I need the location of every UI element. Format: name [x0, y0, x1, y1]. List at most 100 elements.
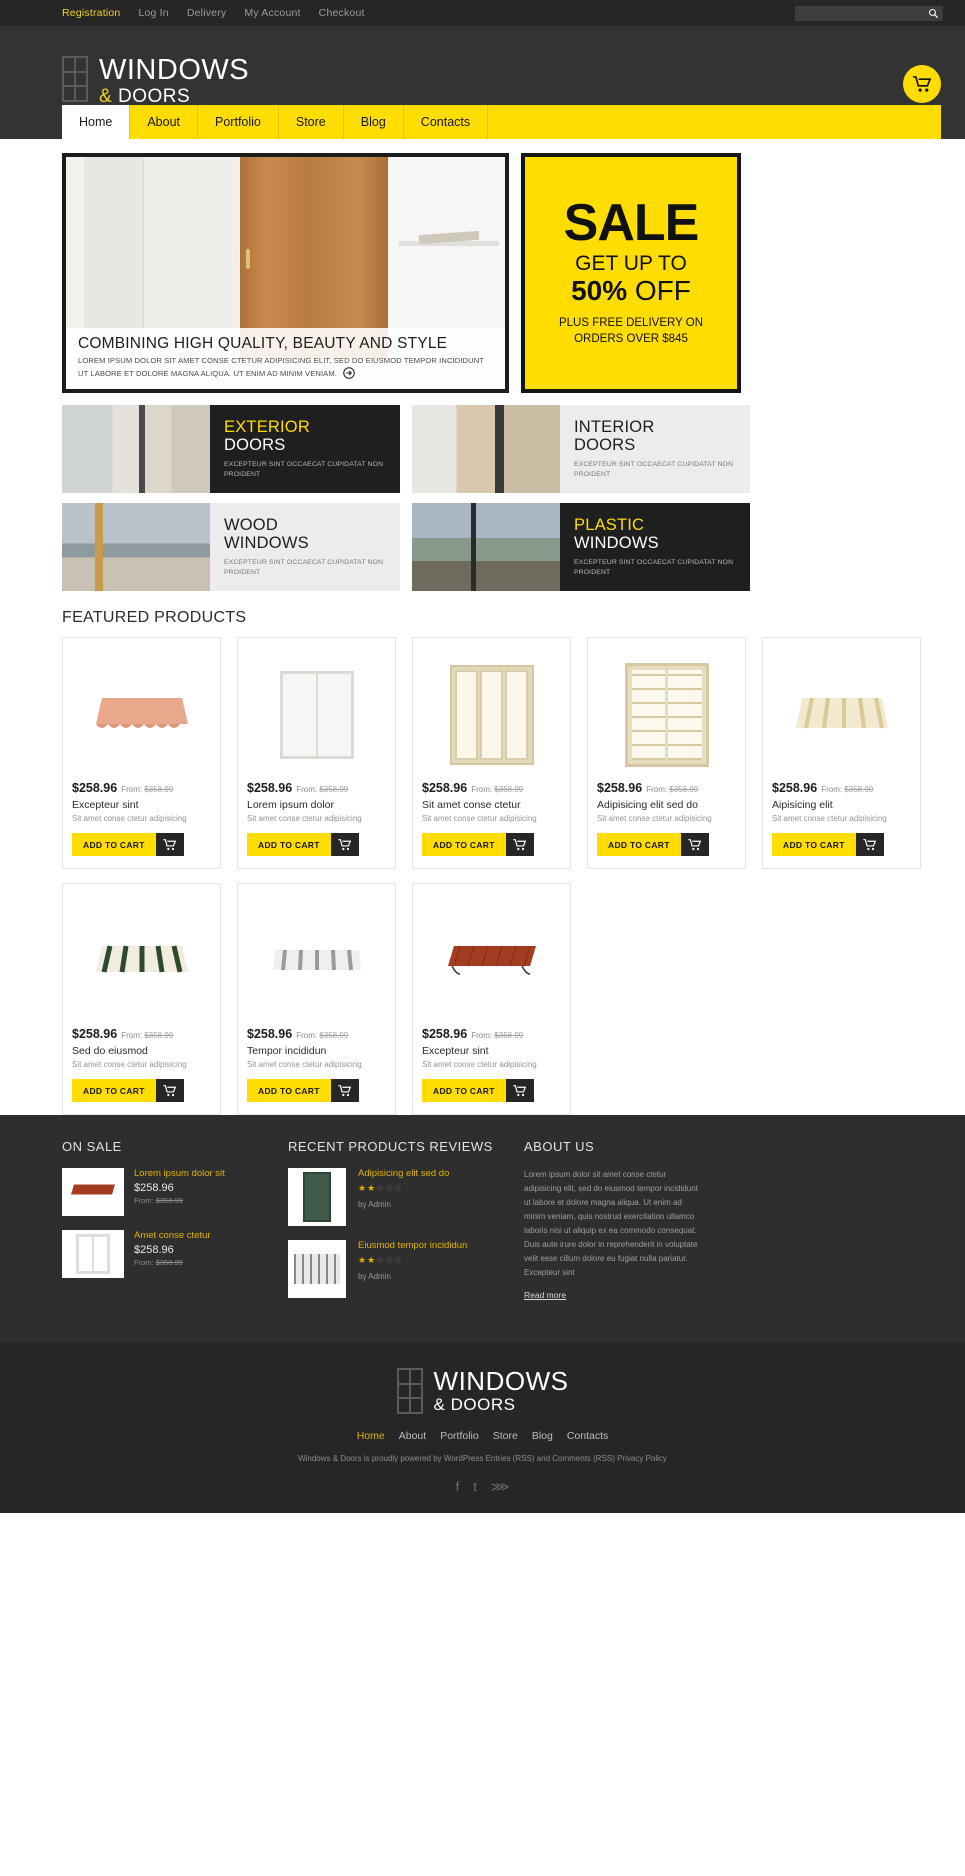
category-tile-exterior-doors[interactable]: EXTERIOR DOORS EXCEPTEUR SINT OCCAECAT CU… [62, 405, 400, 493]
add-to-cart-button[interactable]: ADD TO CART [422, 1079, 534, 1102]
product-name[interactable]: Excepteur sint [422, 1045, 561, 1057]
review-item[interactable]: Adipisicing elit sed do ★★☆☆☆ by Admin [288, 1168, 498, 1226]
review-item[interactable]: Eiusmod tempor incididun ★★☆☆☆ by Admin [288, 1240, 498, 1298]
add-to-cart-label: ADD TO CART [247, 833, 331, 856]
sale-banner[interactable]: SALE GET UP TO 50% OFF PLUS FREE DELIVER… [521, 153, 741, 393]
product-image [422, 648, 561, 781]
topnav-my-account[interactable]: My Account [244, 7, 300, 19]
nav-item-home[interactable]: Home [62, 105, 131, 139]
cat-3-text: EXCEPTEUR SINT OCCAECAT CUPIDATAT NON PR… [574, 558, 734, 577]
plastic-windows-photo [412, 503, 560, 591]
product-old-price: $358.99 [319, 785, 349, 794]
add-to-cart-label: ADD TO CART [72, 1079, 156, 1102]
nav-item-contacts[interactable]: Contacts [404, 105, 489, 139]
product-card[interactable]: $258.96 From: $358.99 Adipisicing elit se… [587, 637, 746, 869]
on-sale-item-name[interactable]: Amet conse ctetur [134, 1230, 211, 1241]
sale-note: PLUS FREE DELIVERY ON ORDERS OVER $845 [558, 317, 703, 345]
product-price: $258.96 [772, 781, 818, 795]
footer-nav-home[interactable]: Home [357, 1430, 385, 1442]
slide-door-handle [246, 249, 250, 269]
on-sale-item[interactable]: Lorem ipsum dolor sit $258.96 From: $358… [62, 1168, 262, 1216]
footer-logo[interactable]: WINDOWS & DOORS [396, 1368, 569, 1414]
product-card[interactable]: $258.96 From: $358.99 Sit amet conse ctet… [412, 637, 571, 869]
nav-item-portfolio[interactable]: Portfolio [198, 105, 279, 139]
footer-nav-portfolio[interactable]: Portfolio [440, 1430, 479, 1442]
footer-nav-blog[interactable]: Blog [532, 1430, 553, 1442]
topnav-delivery[interactable]: Delivery [187, 7, 227, 19]
nav-item-about[interactable]: About [130, 105, 199, 139]
review-product-name[interactable]: Eiusmod tempor incididun [358, 1240, 467, 1251]
product-name[interactable]: Lorem ipsum dolor [247, 799, 386, 811]
site-logo[interactable]: WINDOWS & DOORS [62, 56, 249, 106]
product-name[interactable]: Tempor incididun [247, 1045, 386, 1057]
sale-word: SALE [563, 193, 700, 252]
product-name[interactable]: Sed do eiusmod [72, 1045, 211, 1057]
footer-nav-contacts[interactable]: Contacts [567, 1430, 608, 1442]
product-desc: Sit amet conse ctetur adipisicing [422, 1060, 537, 1069]
add-to-cart-label: ADD TO CART [597, 833, 681, 856]
topnav-checkout[interactable]: Checkout [319, 7, 365, 19]
review-thumb [288, 1168, 346, 1226]
review-product-name[interactable]: Adipisicing elit sed do [358, 1168, 449, 1179]
product-old-price: $358.99 [144, 1031, 174, 1040]
slide-text: LOREM IPSUM DOLOR SIT AMET CONSE CTETUR … [78, 356, 484, 379]
search-input[interactable] [799, 8, 928, 18]
search-icon[interactable] [928, 8, 939, 19]
product-name[interactable]: Aipisicing elit [772, 799, 911, 811]
product-card[interactable]: $258.96 From: $358.99 Lorem ipsum dolor S… [237, 637, 396, 869]
facebook-icon[interactable]: f [456, 1479, 460, 1495]
category-tile-plastic-windows[interactable]: PLASTIC WINDOWS EXCEPTEUR SINT OCCAECAT C… [412, 503, 750, 591]
topnav-login[interactable]: Log In [138, 7, 168, 19]
rss-icon[interactable]: ⋙ [491, 1479, 510, 1495]
product-name[interactable]: Sit amet conse ctetur [422, 799, 561, 811]
cat-1-title: INTERIOR [574, 418, 655, 436]
nav-item-store[interactable]: Store [279, 105, 344, 139]
site-header: WINDOWS & DOORS [0, 26, 965, 106]
on-sale-item[interactable]: Amet conse ctetur $258.96 From: $358.99 [62, 1230, 262, 1278]
product-name[interactable]: Adipisicing elit sed do [597, 799, 736, 811]
review-author: by Admin [358, 1272, 391, 1281]
product-card[interactable]: $258.96 From: $358.99 Sed do eiusmod Sit … [62, 883, 221, 1115]
add-to-cart-button[interactable]: ADD TO CART [772, 833, 884, 856]
product-price: $258.96 [422, 1027, 468, 1041]
nav-item-blog[interactable]: Blog [344, 105, 404, 139]
hero-section: COMBINING HIGH QUALITY, BEAUTY AND STYLE… [0, 139, 965, 393]
product-name[interactable]: Excepteur sint [72, 799, 211, 811]
product-card[interactable]: $258.96 From: $358.99 Excepteur sint Sit … [412, 883, 571, 1115]
add-to-cart-button[interactable]: ADD TO CART [422, 833, 534, 856]
featured-products-grid: $258.96 From: $358.99 Excepteur sint Sit … [0, 637, 965, 1115]
widget-recent-reviews: RECENT PRODUCTS REVIEWS Adipisicing elit… [288, 1139, 498, 1312]
cat-0-subtitle: DOORS [224, 436, 286, 455]
on-sale-item-name[interactable]: Lorem ipsum dolor sit [134, 1168, 225, 1179]
add-to-cart-button[interactable]: ADD TO CART [72, 833, 184, 856]
arrow-right-circle-icon[interactable] [343, 367, 355, 380]
category-tile-interior-doors[interactable]: INTERIOR DOORS EXCEPTEUR SINT OCCAECAT CU… [412, 405, 750, 493]
footer-nav-store[interactable]: Store [493, 1430, 518, 1442]
product-card[interactable]: $258.96 From: $358.99 Aipisicing elit Sit… [762, 637, 921, 869]
top-bar: Registration Log In Delivery My Account … [0, 0, 965, 26]
product-image [247, 648, 386, 781]
cart-button[interactable] [903, 65, 941, 103]
product-card[interactable]: $258.96 From: $358.99 Tempor incididun Si… [237, 883, 396, 1115]
hero-slider[interactable]: COMBINING HIGH QUALITY, BEAUTY AND STYLE… [62, 153, 509, 393]
add-to-cart-label: ADD TO CART [772, 833, 856, 856]
add-to-cart-label: ADD TO CART [422, 833, 506, 856]
footer-nav-about[interactable]: About [399, 1430, 426, 1442]
product-card[interactable]: $258.96 From: $358.99 Excepteur sint Sit … [62, 637, 221, 869]
awning-wood-red-icon [71, 1184, 115, 1195]
category-tile-wood-windows[interactable]: WOOD WINDOWS EXCEPTEUR SINT OCCAECAT CUPI… [62, 503, 400, 591]
product-old-price: $358.99 [144, 785, 174, 794]
cart-icon [330, 1079, 359, 1102]
on-sale-thumb [62, 1168, 124, 1216]
topnav-registration[interactable]: Registration [62, 7, 120, 19]
twitter-icon[interactable]: t [473, 1479, 477, 1495]
cat-2-text: EXCEPTEUR SINT OCCAECAT CUPIDATAT NON PR… [224, 558, 384, 577]
add-to-cart-button[interactable]: ADD TO CART [247, 833, 359, 856]
read-more-link[interactable]: Read more [524, 1290, 566, 1300]
add-to-cart-button[interactable]: ADD TO CART [72, 1079, 184, 1102]
green-door-icon [303, 1172, 331, 1222]
add-to-cart-button[interactable]: ADD TO CART [247, 1079, 359, 1102]
add-to-cart-button[interactable]: ADD TO CART [597, 833, 709, 856]
from-label: From: [471, 785, 493, 794]
search-box[interactable] [795, 5, 943, 21]
